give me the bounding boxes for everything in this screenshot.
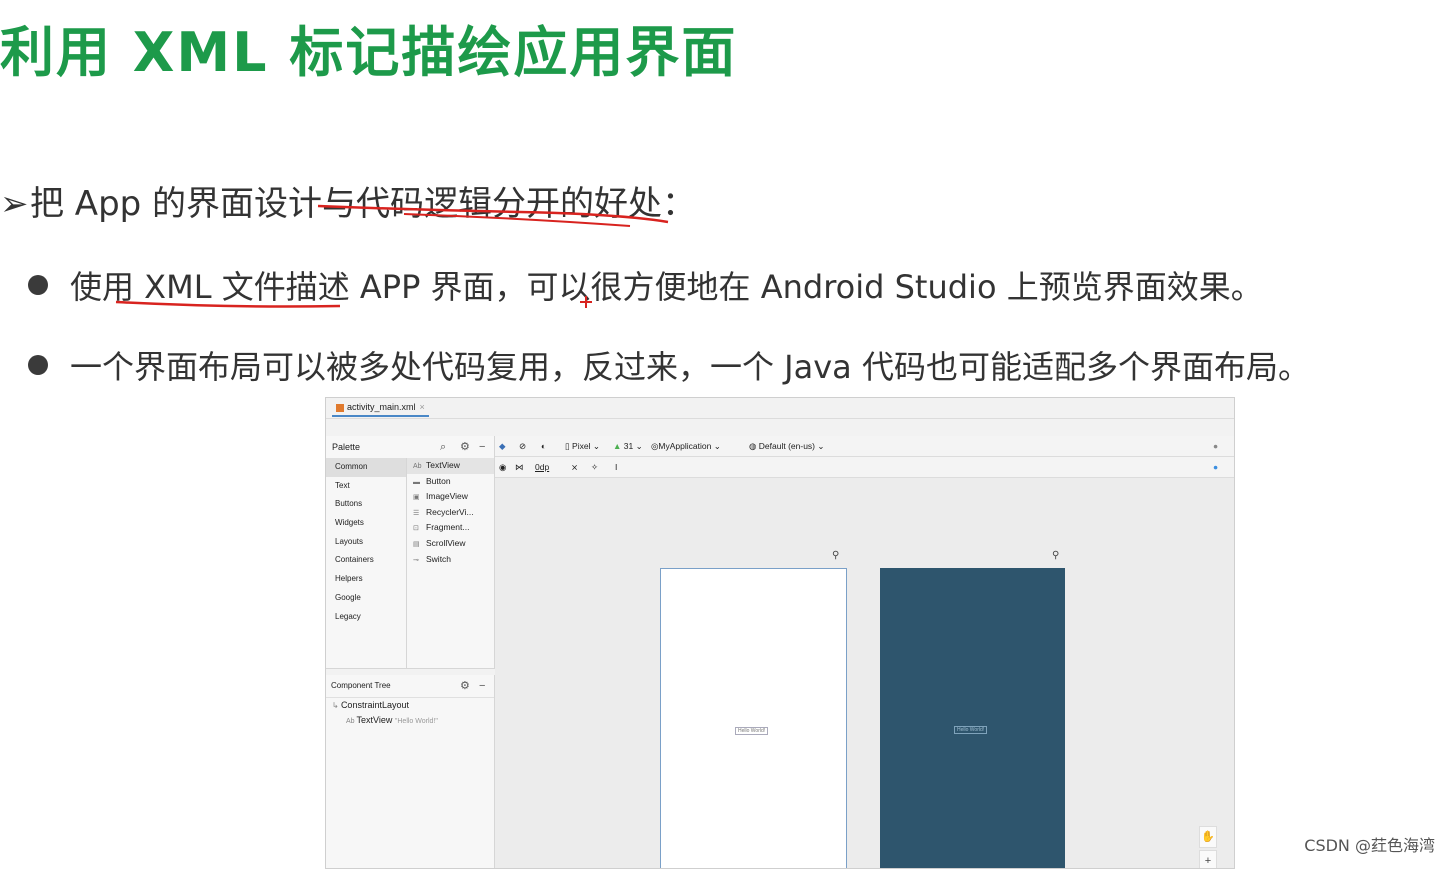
infer-constraints-icon[interactable]: ✧ bbox=[591, 457, 598, 477]
category-layouts[interactable]: Layouts bbox=[326, 533, 406, 552]
xml-file-icon bbox=[336, 403, 344, 412]
design-toolbar: ◆ ⊘ ◐ ▯ Pixel ⌄ ▲ 31 ⌄ ◎MyApplication ⌄ … bbox=[495, 436, 1234, 457]
bullet-dot-icon bbox=[28, 275, 48, 295]
point-2-text: 一个界面布局可以被多处代码复用，反过来，一个 Java 代码也可能适配多个界面布… bbox=[70, 348, 1310, 386]
component-scrollview[interactable]: ▤ ScrollView bbox=[407, 536, 494, 552]
layout-toolbar: ◉ ⋈ 0dp ⨯ ✧ I ● bbox=[495, 457, 1234, 478]
file-tab-label: activity_main.xml bbox=[347, 402, 416, 412]
category-text[interactable]: Text bbox=[326, 477, 406, 496]
eye-icon[interactable]: ◉ bbox=[499, 457, 506, 477]
pin-icon: ⚲ bbox=[832, 550, 840, 561]
pin-icon: ⚲ bbox=[1052, 550, 1060, 561]
info-icon[interactable]: ● bbox=[1213, 436, 1218, 456]
palette-header: Palette ⌕ ⚙ − bbox=[326, 436, 494, 458]
button-icon: ▬ bbox=[413, 478, 420, 486]
category-buttons[interactable]: Buttons bbox=[326, 495, 406, 514]
tree-item-textview[interactable]: Ab TextView "Hello World!" bbox=[326, 713, 494, 729]
locale-select[interactable]: ◍ Default (en-us) ⌄ bbox=[749, 436, 824, 456]
help-icon[interactable]: ● bbox=[1213, 457, 1218, 477]
switch-icon: ⊸ bbox=[413, 556, 419, 564]
zoom-in-button[interactable]: + bbox=[1199, 850, 1217, 868]
hello-textview-blueprint[interactable]: Hello World! bbox=[954, 726, 988, 734]
image-icon: ▣ bbox=[413, 494, 420, 502]
zoom-controls: ✋ + − bbox=[1199, 826, 1217, 868]
hello-textview[interactable]: Hello World! bbox=[735, 727, 769, 735]
palette-components: Ab TextView ▬ Button ▣ ImageView ☰ RecyclerV… bbox=[407, 458, 494, 567]
magnet-icon[interactable]: ⋈ bbox=[515, 457, 524, 477]
theme-select[interactable]: ◎MyApplication ⌄ bbox=[651, 436, 721, 456]
main-point-text: 把 App 的界面设计与代码逻辑分开的好处： bbox=[30, 184, 697, 224]
search-icon[interactable]: ⌕ bbox=[440, 436, 446, 458]
default-margin-select[interactable]: 0dp bbox=[535, 457, 549, 477]
layers-icon[interactable]: ◆ bbox=[499, 436, 506, 456]
component-textview[interactable]: Ab TextView bbox=[407, 458, 494, 474]
component-tree-panel: Component Tree ⚙ − ↳ ConstraintLayout Ab… bbox=[326, 675, 495, 868]
list-icon: ☰ bbox=[413, 509, 420, 517]
category-helpers[interactable]: Helpers bbox=[326, 570, 406, 589]
clear-constraints-icon[interactable]: ⨯ bbox=[571, 457, 578, 477]
blueprint-preview[interactable]: Hello World! bbox=[880, 568, 1065, 868]
night-mode-icon[interactable]: ◐ bbox=[541, 436, 546, 456]
component-tree-header: Component Tree ⚙ − bbox=[326, 675, 494, 698]
design-preview[interactable]: Hello World! bbox=[660, 568, 847, 868]
bullet-dot-icon bbox=[28, 355, 48, 375]
device-select[interactable]: ▯ Pixel ⌄ bbox=[565, 436, 600, 456]
file-tab[interactable]: activity_main.xml × bbox=[332, 400, 429, 417]
component-imageview[interactable]: ▣ ImageView bbox=[407, 489, 494, 505]
close-icon[interactable]: × bbox=[420, 402, 425, 412]
layout-icon: ↳ bbox=[332, 701, 341, 710]
preview-canvas: ⚲ ⚲ Hello World! Hello World! ✋ + − bbox=[495, 478, 1234, 868]
text-icon: Ab bbox=[413, 463, 422, 470]
android-icon: ▲ bbox=[613, 441, 622, 451]
android-studio-screenshot: activity_main.xml × Palette ⌕ ⚙ − Common … bbox=[325, 397, 1235, 869]
text-icon: Ab bbox=[346, 718, 357, 725]
category-common[interactable]: Common bbox=[326, 458, 406, 477]
scroll-icon: ▤ bbox=[413, 540, 420, 548]
point-1-text: 使用 XML 文件描述 APP 界面，可以很方便地在 Android Studi… bbox=[70, 268, 1263, 306]
component-button[interactable]: ▬ Button bbox=[407, 474, 494, 490]
tree-item-constraintlayout[interactable]: ↳ ConstraintLayout bbox=[326, 698, 494, 713]
component-switch[interactable]: ⊸ Switch bbox=[407, 552, 494, 568]
slide-title: 利用 XML 标记描绘应用界面 bbox=[0, 21, 738, 84]
component-recyclerview[interactable]: ☰ RecyclerVi... bbox=[407, 505, 494, 521]
gear-icon[interactable]: ⚙ bbox=[460, 436, 470, 458]
guidelines-icon[interactable]: I bbox=[615, 457, 617, 477]
component-tree-label: Component Tree bbox=[331, 681, 391, 690]
palette-panel: Palette ⌕ ⚙ − Common Text Buttons Widget… bbox=[326, 436, 495, 669]
arrow-bullet-icon: ➢ bbox=[0, 184, 29, 224]
point-1: 使用 XML 文件描述 APP 界面，可以很方便地在 Android Studi… bbox=[28, 262, 1263, 308]
main-point: ➢把 App 的界面设计与代码逻辑分开的好处： bbox=[0, 176, 696, 225]
pan-hand-icon[interactable]: ✋ bbox=[1199, 826, 1217, 848]
point-2: 一个界面布局可以被多处代码复用，反过来，一个 Java 代码也可能适配多个界面布… bbox=[28, 342, 1310, 388]
component-fragment[interactable]: ⊡ Fragment... bbox=[407, 520, 494, 536]
category-google[interactable]: Google bbox=[326, 589, 406, 608]
category-widgets[interactable]: Widgets bbox=[326, 514, 406, 533]
palette-categories: Common Text Buttons Widgets Layouts Cont… bbox=[326, 458, 407, 668]
minimize-icon[interactable]: − bbox=[479, 675, 485, 697]
palette-label: Palette bbox=[332, 442, 361, 452]
category-containers[interactable]: Containers bbox=[326, 551, 406, 570]
category-legacy[interactable]: Legacy bbox=[326, 608, 406, 627]
design-surface: ◆ ⊘ ◐ ▯ Pixel ⌄ ▲ 31 ⌄ ◎MyApplication ⌄ … bbox=[495, 436, 1234, 868]
gear-icon[interactable]: ⚙ bbox=[460, 675, 470, 697]
watermark: CSDN @荭色海湾 bbox=[1304, 836, 1435, 855]
fragment-icon: ⊡ bbox=[413, 525, 419, 533]
orientation-icon[interactable]: ⊘ bbox=[519, 436, 526, 456]
minimize-icon[interactable]: − bbox=[479, 436, 485, 458]
api-level-select[interactable]: ▲ 31 ⌄ bbox=[613, 436, 643, 456]
editor-tab-bar: activity_main.xml × bbox=[326, 398, 1234, 419]
